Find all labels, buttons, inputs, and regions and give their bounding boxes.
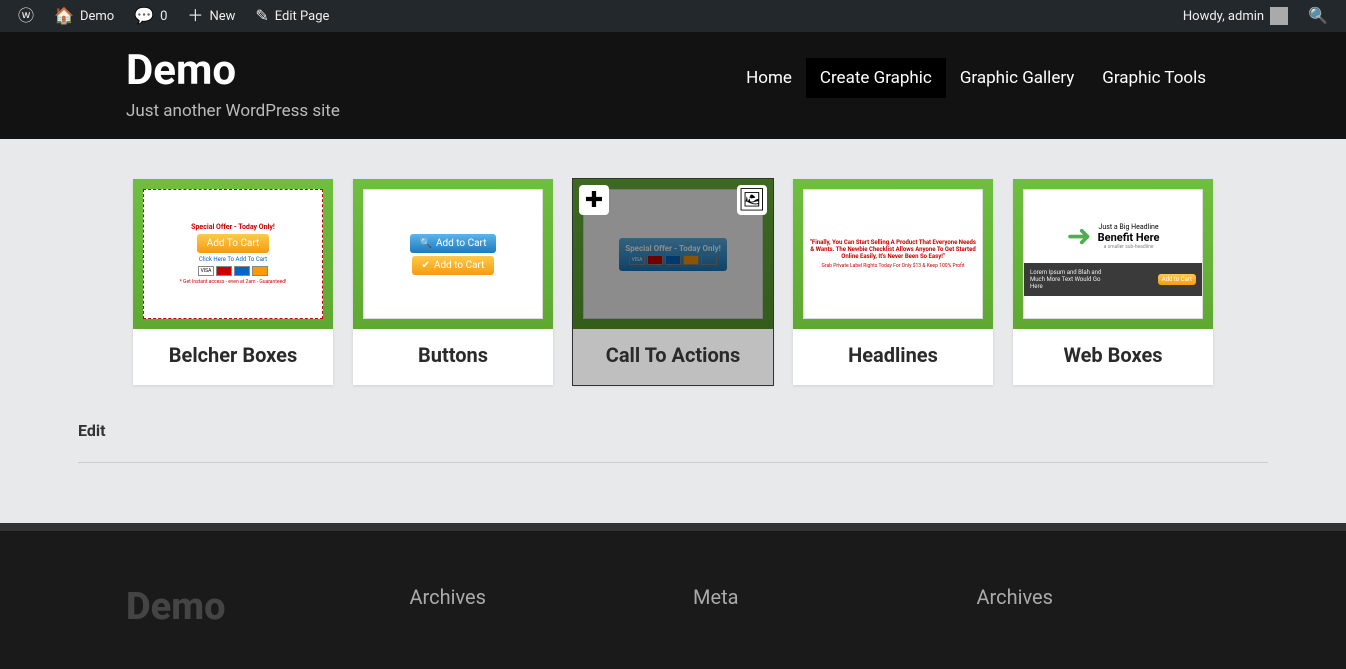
admin-comments-count: 0 xyxy=(160,9,167,24)
admin-site-link[interactable]: 🏠 Demo xyxy=(44,0,124,32)
admin-site-name: Demo xyxy=(80,9,114,24)
nav-graphic-gallery[interactable]: Graphic Gallery xyxy=(946,58,1088,98)
page-content: Special Offer - Today Only! Add To Cart … xyxy=(0,139,1346,523)
add-block-button[interactable]: ✚ xyxy=(579,185,609,215)
wb-benefit: Benefit Here xyxy=(1098,231,1160,244)
nav-home[interactable]: Home xyxy=(732,58,806,98)
nav-graphic-tools[interactable]: Graphic Tools xyxy=(1088,58,1220,98)
comment-icon: 💬 xyxy=(134,8,154,24)
edit-link[interactable]: Edit xyxy=(78,421,1268,463)
card-label: Belcher Boxes xyxy=(133,329,333,385)
mock-instant: * Get Instant access - even at 2am - Gua… xyxy=(180,279,287,285)
mock-special-text: Special Offer - Today Only! xyxy=(191,223,275,231)
credit-cards-icon: VISA xyxy=(198,266,268,276)
footer-col-archives-2: Archives xyxy=(977,585,1221,629)
home-icon: 🏠 xyxy=(54,8,74,24)
site-title[interactable]: Demo xyxy=(126,46,340,95)
admin-new[interactable]: ＋ New xyxy=(177,0,245,32)
avatar xyxy=(1270,7,1288,25)
check-icon: ✔ xyxy=(422,260,430,271)
card-thumbnail: Special Offer - Today Only! Add To Cart … xyxy=(133,179,333,329)
card-label: Web Boxes xyxy=(1013,329,1213,385)
graphic-cards: Special Offer - Today Only! Add To Cart … xyxy=(78,179,1268,385)
main-nav: Home Create Graphic Graphic Gallery Grap… xyxy=(732,58,1220,98)
wp-logo[interactable]: ⓦ xyxy=(8,0,44,32)
mock-headline-sub: Grab Private Label Rights Today For Only… xyxy=(821,263,964,269)
card-label: Buttons xyxy=(353,329,553,385)
wordpress-icon: ⓦ xyxy=(18,8,34,24)
mock-orange-btn: ✔Add to Cart xyxy=(412,256,495,275)
card-call-to-actions[interactable]: Special Offer - Today Only! VISA ✚ 🖼 Cal… xyxy=(573,179,773,385)
card-headlines[interactable]: "Finally, You Can Start Selling A Produc… xyxy=(793,179,993,385)
site-description: Just another WordPress site xyxy=(126,101,340,121)
card-label: Headlines xyxy=(793,329,993,385)
card-belcher-boxes[interactable]: Special Offer - Today Only! Add To Cart … xyxy=(133,179,333,385)
mock-addcart-btn: Add To Cart xyxy=(197,234,270,253)
footer-col-meta: Meta xyxy=(693,585,937,629)
footer-brand: Demo xyxy=(126,585,370,629)
card-buttons[interactable]: 🔍Add to Cart ✔Add to Cart Buttons xyxy=(353,179,553,385)
plus-icon: ✚ xyxy=(585,188,603,213)
image-icon: 🖼 xyxy=(738,188,766,213)
wb-title: Just a Big Headline xyxy=(1098,223,1160,231)
arrow-right-icon: ➜ xyxy=(1067,219,1092,254)
image-block-button[interactable]: 🖼 xyxy=(737,185,767,215)
card-thumbnail: Special Offer - Today Only! VISA ✚ 🖼 xyxy=(573,179,773,329)
card-label: Call To Actions xyxy=(573,329,773,385)
admin-account[interactable]: Howdy, admin xyxy=(1173,0,1298,32)
search-icon: 🔍 xyxy=(1308,8,1328,24)
admin-howdy: Howdy, admin xyxy=(1183,9,1264,24)
site-header: Demo Just another WordPress site Home Cr… xyxy=(0,32,1346,139)
admin-search[interactable]: 🔍 xyxy=(1298,0,1338,32)
card-thumbnail: ➜ Just a Big Headline Benefit Here a sma… xyxy=(1013,179,1213,329)
wb-sub: a smaller sub-headline xyxy=(1098,244,1160,250)
magnify-icon: 🔍 xyxy=(420,238,432,249)
card-web-boxes[interactable]: ➜ Just a Big Headline Benefit Here a sma… xyxy=(1013,179,1213,385)
wp-admin-bar: ⓦ 🏠Demo 💬0 ＋New ✎Edit Page Howdy, admin … xyxy=(0,0,1346,32)
pencil-icon: ✎ xyxy=(255,8,268,24)
site-footer: Demo Archives Meta Archives xyxy=(0,523,1346,669)
mock-blue-btn: 🔍Add to Cart xyxy=(410,234,497,253)
mock-clickhere: Click Here To Add To Cart xyxy=(199,256,267,263)
card-thumbnail: 🔍Add to Cart ✔Add to Cart xyxy=(353,179,553,329)
wb-footer: Lorem Ipsum and Blah and Much More Text … xyxy=(1024,263,1202,296)
admin-comments[interactable]: 💬0 xyxy=(124,0,177,32)
nav-create-graphic[interactable]: Create Graphic xyxy=(806,58,946,98)
admin-edit-page[interactable]: ✎ Edit Page xyxy=(245,0,339,32)
footer-col-archives: Archives xyxy=(410,585,654,629)
admin-edit-label: Edit Page xyxy=(275,9,330,24)
admin-new-label: New xyxy=(209,9,235,24)
plus-icon: ＋ xyxy=(187,8,203,24)
card-thumbnail: "Finally, You Can Start Selling A Produc… xyxy=(793,179,993,329)
mock-headline: "Finally, You Can Start Selling A Produc… xyxy=(810,239,976,260)
